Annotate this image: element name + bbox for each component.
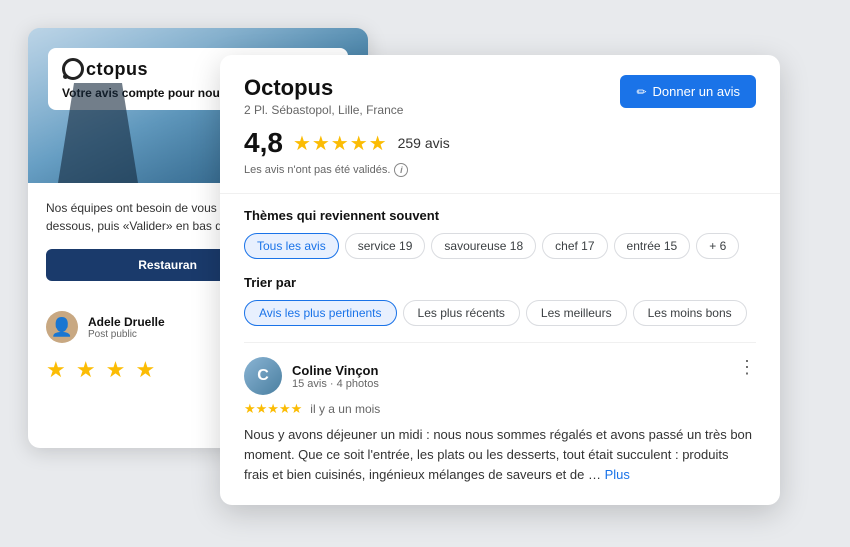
front-card-header: Octopus 2 Pl. Sébastopol, Lille, France … xyxy=(220,55,780,194)
octopus-o-letter xyxy=(62,58,84,80)
tags-row: Tous les avis service 19 savoureuse 18 c… xyxy=(244,233,756,259)
tag-savoureuse[interactable]: savoureuse 18 xyxy=(431,233,536,259)
reviewer-details: Coline Vinçon 15 avis · 4 photos xyxy=(292,363,379,390)
restaurant-info: Octopus 2 Pl. Sébastopol, Lille, France xyxy=(244,75,403,117)
tag-service[interactable]: service 19 xyxy=(345,233,426,259)
tag-more[interactable]: + 6 xyxy=(696,233,739,259)
read-more-link[interactable]: Plus xyxy=(605,467,630,482)
front-card: Octopus 2 Pl. Sébastopol, Lille, France … xyxy=(220,55,780,505)
pencil-icon: ✏ xyxy=(636,85,646,99)
review-count: 259 avis xyxy=(398,135,450,151)
front-card-body: Thèmes qui reviennent souvent Tous les a… xyxy=(220,194,780,484)
review-card: C Coline Vinçon 15 avis · 4 photos ⋮ ★★★… xyxy=(244,342,756,484)
reviewer-info: C Coline Vinçon 15 avis · 4 photos xyxy=(244,357,379,395)
tag-all-reviews[interactable]: Tous les avis xyxy=(244,233,339,259)
give-review-label: Donner un avis xyxy=(653,84,740,99)
sort-best[interactable]: Les meilleurs xyxy=(526,300,627,326)
reviewer-name: Coline Vinçon xyxy=(292,363,379,378)
user-name: Adele Druelle xyxy=(88,315,165,329)
review-header: C Coline Vinçon 15 avis · 4 photos ⋮ xyxy=(244,357,756,395)
review-time: il y a un mois xyxy=(310,402,380,416)
user-avatar xyxy=(46,311,78,343)
rating-number: 4,8 xyxy=(244,127,283,159)
sort-most-relevant[interactable]: Avis les plus pertinents xyxy=(244,300,397,326)
rating-row: 4,8 ★★★★★ 259 avis xyxy=(244,127,756,159)
tag-entree[interactable]: entrée 15 xyxy=(614,233,691,259)
tag-chef[interactable]: chef 17 xyxy=(542,233,607,259)
sort-worst[interactable]: Les moins bons xyxy=(633,300,747,326)
user-type: Post public xyxy=(88,329,165,340)
logo-text: ctopus xyxy=(86,59,148,80)
reviewer-stats: 15 avis · 4 photos xyxy=(292,378,379,390)
review-text: Nous y avons déjeuner un midi : nous nou… xyxy=(244,425,756,484)
review-stars-row: ★★★★★ il y a un mois xyxy=(244,401,756,417)
reviewer-avatar: C xyxy=(244,357,282,395)
header-top: Octopus 2 Pl. Sébastopol, Lille, France … xyxy=(244,75,756,117)
review-text-content: Nous y avons déjeuner un midi : nous nou… xyxy=(244,427,752,482)
restaurant-name: Octopus xyxy=(244,75,403,101)
rating-note-text: Les avis n'ont pas été validés. xyxy=(244,164,390,176)
sort-row: Avis les plus pertinents Les plus récent… xyxy=(244,300,756,326)
sort-title: Trier par xyxy=(244,275,756,290)
sort-most-recent[interactable]: Les plus récents xyxy=(403,300,520,326)
rating-stars: ★★★★★ xyxy=(293,131,388,156)
more-options-icon[interactable]: ⋮ xyxy=(738,357,756,378)
review-stars: ★★★★★ xyxy=(244,401,302,417)
rating-note: Les avis n'ont pas été validés. i xyxy=(244,163,756,177)
info-icon[interactable]: i xyxy=(394,163,408,177)
themes-title: Thèmes qui reviennent souvent xyxy=(244,208,756,223)
user-info: Adele Druelle Post public xyxy=(88,315,165,340)
give-review-button[interactable]: ✏ Donner un avis xyxy=(620,75,756,108)
restaurant-address: 2 Pl. Sébastopol, Lille, France xyxy=(244,103,403,117)
